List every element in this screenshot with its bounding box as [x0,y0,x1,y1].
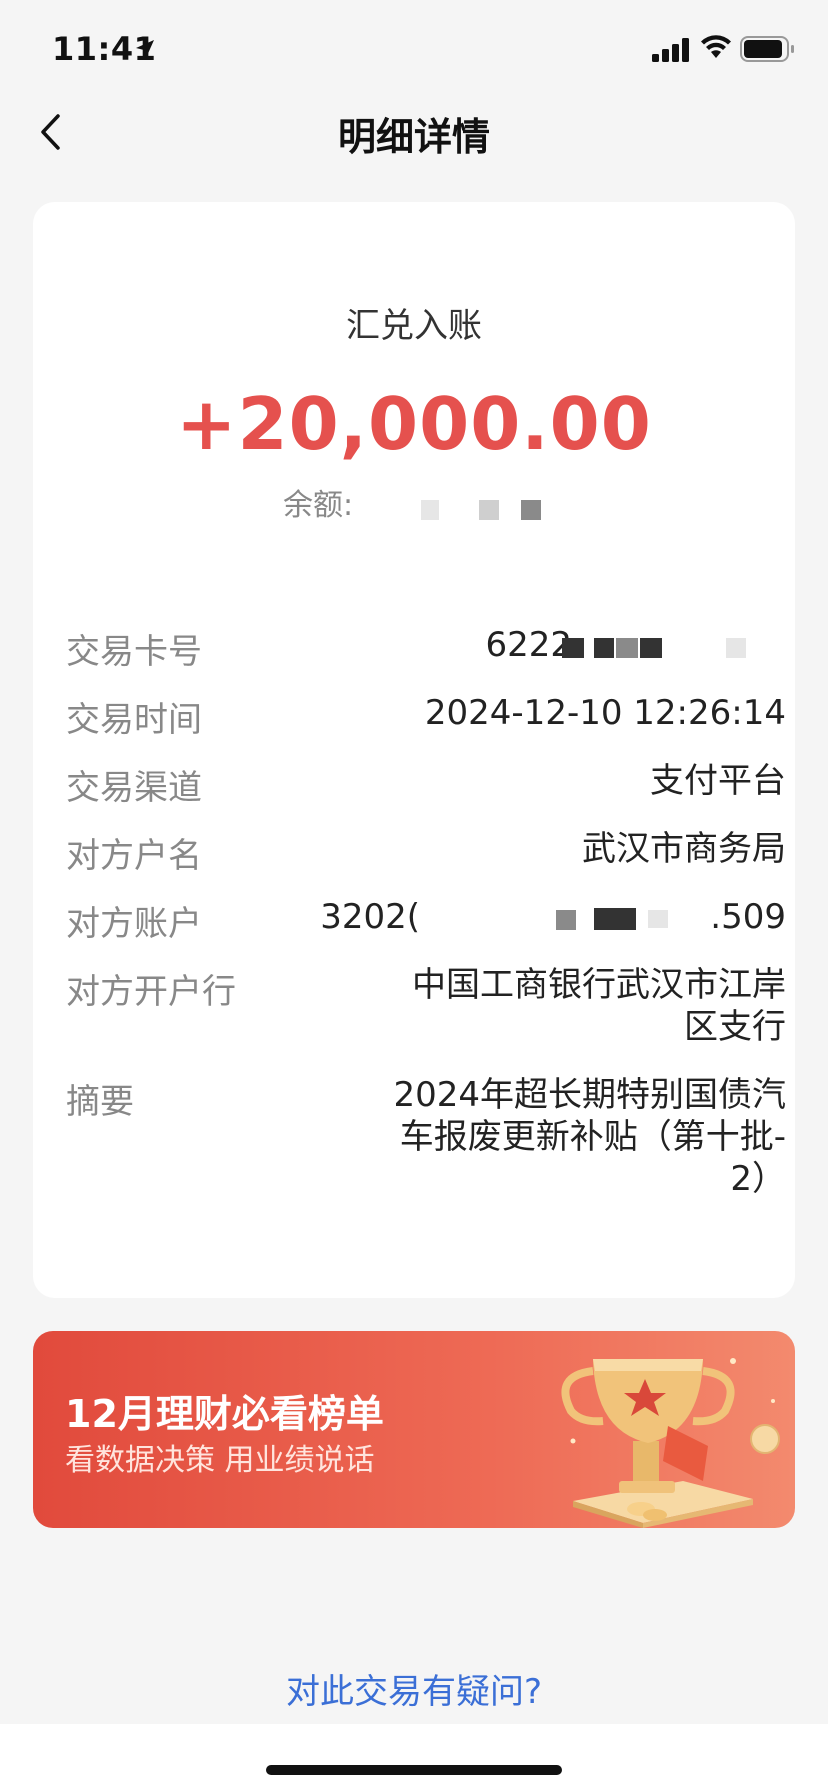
detail-row-counterparty-name: 对方户名 武汉市商务局 [66,828,786,876]
redaction-block [648,910,668,928]
detail-label: 对方户名 [66,836,202,876]
detail-row-time: 交易时间 2024-12-10 12:26:14 [66,692,786,740]
detail-label: 摘要 [66,1082,134,1122]
account-prefix: 3202( [320,897,420,937]
detail-label: 交易渠道 [66,768,202,808]
status-bar: 11:41 [0,0,828,100]
transaction-amount: +20,000.00 [176,382,652,466]
wifi-icon [701,35,731,58]
redaction-block [479,500,499,520]
bottom-safe-area [0,1724,828,1792]
detail-label: 交易时间 [66,700,202,740]
location-arrow-icon [136,40,154,58]
transaction-type: 汇兑入账 [346,306,482,346]
detail-label: 对方账户 [66,904,202,944]
account-suffix: .509 [710,897,786,937]
bank-value-line: 中国工商银行武汉市江岸 [412,965,786,1005]
redaction-block [640,638,662,658]
promo-title: 12月理财必看榜单 [65,1392,384,1436]
battery-icon [740,36,794,62]
transaction-question-link[interactable]: 对此交易有疑问? [0,1664,828,1713]
redaction-block [594,908,636,930]
signal-icon [652,38,689,62]
redaction-block [521,500,541,520]
balance-label: 余额: [283,488,354,523]
redaction-block [616,638,638,658]
detail-label: 对方开户行 [66,972,236,1012]
detail-row-summary: 摘要 2024年超长期特别国债汽 车报废更新补贴（第十批- 2） [66,1074,786,1206]
redaction-block [594,638,614,658]
detail-row-card-number: 交易卡号 6222 [66,624,786,672]
transaction-time-value: 2024-12-10 12:26:14 [424,693,786,733]
counterparty-name-value: 武汉市商务局 [582,829,786,869]
summary-value-line: 2024年超长期特别国债汽 [393,1075,786,1115]
redaction-block [726,638,746,658]
promo-subtitle: 看数据决策 用业绩说话 [65,1443,375,1478]
detail-label: 交易卡号 [66,632,202,672]
summary-value: 2024年超长期特别国债汽 车报废更新补贴（第十批- 2） [393,1074,786,1200]
promo-banner[interactable]: 12月理财必看榜单 看数据决策 用业绩说话 [33,1331,795,1528]
redaction-block [562,638,584,658]
redaction-block [556,910,576,930]
summary-value-line: 车报废更新补贴（第十批- [399,1117,786,1157]
home-indicator [266,1765,562,1775]
bank-value-line: 区支行 [684,1007,786,1047]
detail-row-bank: 对方开户行 中国工商银行武汉市江岸 区支行 [66,964,786,1054]
redaction-block [421,500,439,520]
channel-value: 支付平台 [650,761,786,801]
card-number-value: 6222 [485,625,572,665]
summary-value-line: 2） [730,1159,786,1199]
page-title: 明细详情 [337,115,490,159]
transaction-detail-card: 汇兑入账 +20,000.00 余额: 交易卡号 6222 交易时间 2024-… [33,202,795,1298]
detail-row-channel: 交易渠道 支付平台 [66,760,786,808]
detail-row-counterparty-account: 对方账户 3202( .509 [66,896,786,944]
trophy-icon [561,1358,780,1528]
nav-bar: 明细详情 [0,100,828,160]
bank-value: 中国工商银行武汉市江岸 区支行 [412,964,786,1048]
